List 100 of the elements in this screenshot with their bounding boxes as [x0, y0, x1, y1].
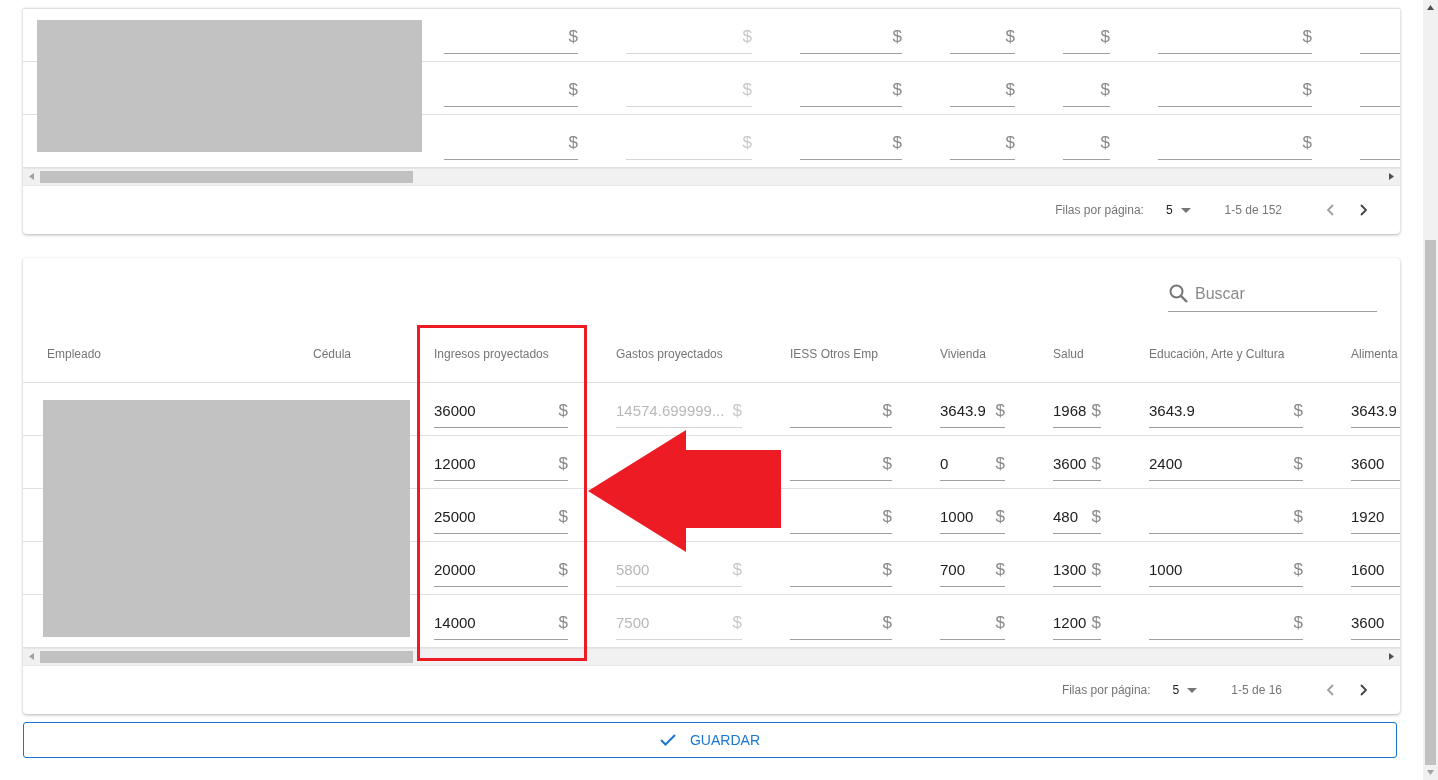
currency-symbol: $ [892, 79, 902, 102]
currency-symbol: $ [995, 400, 1005, 423]
horizontal-scrollbar[interactable] [23, 168, 1400, 186]
amount-field[interactable]: $ [950, 127, 1015, 160]
amount-field[interactable]: 12000 $ [434, 448, 568, 481]
amount-field[interactable]: $ [790, 554, 892, 587]
amount-field[interactable]: 3643.9 $ [1149, 395, 1303, 428]
currency-symbol: $ [1293, 400, 1303, 423]
currency-symbol: $ [1302, 26, 1312, 49]
page-range-label: 1-5 de 152 [1224, 202, 1282, 219]
horizontal-scrollbar[interactable] [23, 648, 1400, 666]
amount-field[interactable]: 0 $ [940, 448, 1005, 481]
scroll-right-icon[interactable] [1389, 173, 1394, 180]
amount-field[interactable]: $ [1063, 74, 1110, 107]
currency-symbol: $ [995, 506, 1005, 529]
save-button[interactable]: GUARDAR [23, 722, 1397, 758]
amount-field[interactable]: $ [790, 395, 892, 428]
amount-field[interactable]: $ [790, 607, 892, 640]
scroll-up-icon[interactable] [1427, 5, 1434, 10]
amount-field[interactable]: $ [800, 127, 902, 160]
amount-field[interactable]: $ [1158, 21, 1312, 54]
column-header[interactable]: Empleado [23, 345, 313, 363]
amount-field[interactable]: $ [444, 127, 578, 160]
column-header[interactable]: Educación, Arte y Cultura [1149, 345, 1351, 363]
amount-field[interactable]: $ [950, 74, 1015, 107]
chevron-left-icon [1326, 204, 1334, 216]
scroll-left-icon[interactable] [29, 653, 34, 660]
currency-symbol: $ [1100, 79, 1110, 102]
check-icon [660, 734, 676, 746]
amount-field[interactable]: 700 $ [940, 554, 1005, 587]
rows-per-page-select[interactable]: 5 [1172, 681, 1198, 699]
chevron-right-icon [1360, 684, 1368, 696]
scrollbar-thumb[interactable] [40, 171, 413, 183]
chevron-left-icon [1326, 684, 1334, 696]
amount-field[interactable]: $ [444, 21, 578, 54]
search-field[interactable]: Buscar [1168, 276, 1377, 312]
amount-field[interactable]: $ [950, 21, 1015, 54]
currency-symbol: $ [732, 400, 742, 423]
amount-field[interactable]: 14000 $ [434, 607, 568, 640]
currency-symbol: $ [732, 612, 742, 635]
currency-symbol: $ [882, 506, 892, 529]
amount-field[interactable]: 36000 $ [434, 395, 568, 428]
column-header[interactable]: Alimenta [1351, 345, 1400, 363]
currency-symbol: $ [558, 506, 568, 529]
currency-symbol: $ [1100, 26, 1110, 49]
page-range-label: 1-5 de 16 [1231, 682, 1282, 699]
currency-symbol: $ [995, 559, 1005, 582]
amount-field[interactable]: $ [800, 74, 902, 107]
scrollbar-thumb[interactable] [40, 651, 413, 663]
column-header[interactable]: Vivienda [940, 345, 1053, 363]
currency-symbol: $ [995, 453, 1005, 476]
currency-symbol: $ [1091, 453, 1101, 476]
amount-field[interactable]: $ [940, 607, 1005, 640]
column-header[interactable]: Cédula [313, 345, 434, 363]
amount-field[interactable]: 1300 $ [1053, 554, 1101, 587]
amount-field[interactable]: 1000 $ [940, 501, 1005, 534]
amount-field[interactable]: 3600 $ [1053, 448, 1101, 481]
scroll-down-icon[interactable] [1427, 770, 1434, 775]
amount-field[interactable]: 25000 $ [434, 501, 568, 534]
scroll-left-icon[interactable] [29, 173, 34, 180]
page-scrollbar[interactable] [1423, 0, 1438, 780]
amount-field[interactable]: 480 $ [1053, 501, 1101, 534]
amount-field[interactable]: 1000 $ [1149, 554, 1303, 587]
currency-symbol: $ [732, 559, 742, 582]
column-header[interactable]: Salud [1053, 345, 1149, 363]
amount-field[interactable]: $ [1158, 74, 1312, 107]
amount-field[interactable]: 20000 $ [434, 554, 568, 587]
currency-symbol: $ [1005, 79, 1015, 102]
amount-field[interactable]: $ [800, 21, 902, 54]
column-header[interactable]: IESS Otros Emp [790, 345, 940, 363]
rows-per-page-select[interactable]: 5 [1165, 201, 1191, 219]
currency-symbol: $ [1091, 559, 1101, 582]
currency-symbol: $ [882, 559, 892, 582]
amount-field[interactable]: $ [790, 501, 892, 534]
currency-symbol: $ [1091, 612, 1101, 635]
scrollbar-thumb[interactable] [1425, 240, 1436, 765]
amount-field[interactable]: $ [1149, 607, 1303, 640]
currency-symbol: $ [882, 612, 892, 635]
currency-symbol: $ [568, 132, 578, 155]
currency-symbol: $ [1091, 400, 1101, 423]
amount-field[interactable]: 2400 $ [1149, 448, 1303, 481]
currency-symbol: $ [1302, 132, 1312, 155]
amount-field[interactable]: 1968 $ [1053, 395, 1101, 428]
amount-field[interactable]: $ [444, 74, 578, 107]
currency-symbol: $ [1005, 132, 1015, 155]
column-header[interactable]: Gastos proyectados [616, 345, 790, 363]
currency-symbol: $ [742, 26, 752, 49]
amount-field[interactable]: $ [790, 448, 892, 481]
currency-symbol: $ [882, 400, 892, 423]
currency-symbol: $ [1293, 453, 1303, 476]
currency-symbol: $ [1091, 506, 1101, 529]
column-header[interactable]: Ingresos proyectados [434, 345, 616, 363]
amount-field[interactable]: $ [1149, 501, 1303, 534]
scroll-right-icon[interactable] [1389, 653, 1394, 660]
amount-field[interactable]: $ [1063, 127, 1110, 160]
amount-field[interactable]: $ [1063, 21, 1110, 54]
amount-field[interactable]: 3643.9 $ [940, 395, 1005, 428]
rows-per-page-label: Filas por página: [1061, 682, 1151, 699]
amount-field[interactable]: 1200 $ [1053, 607, 1101, 640]
amount-field[interactable]: $ [1158, 127, 1312, 160]
